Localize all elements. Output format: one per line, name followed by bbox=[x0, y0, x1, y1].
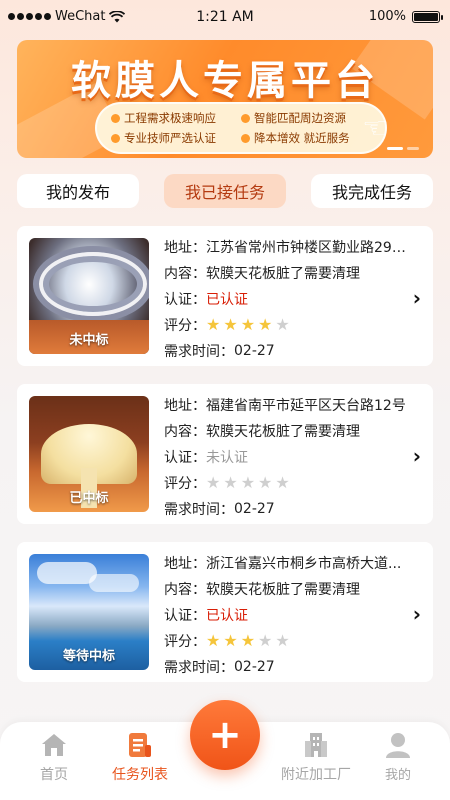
rating-label: 评分： bbox=[164, 318, 206, 334]
task-time: 02-27 bbox=[234, 501, 275, 517]
home-icon bbox=[4, 730, 104, 760]
battery-icon bbox=[412, 10, 443, 23]
cert-status: 已认证 bbox=[206, 292, 248, 308]
star-empty-icon: ★ bbox=[206, 473, 221, 492]
nav-task-list[interactable]: 任务列表 bbox=[90, 730, 190, 784]
banner-feature: 工程需求极速响应 bbox=[111, 110, 241, 126]
content-label: 内容： bbox=[164, 424, 206, 440]
star-filled-icon: ★ bbox=[206, 631, 221, 650]
cert-label: 认证： bbox=[164, 608, 206, 624]
task-content: 软膜天花板脏了需要清理 bbox=[206, 582, 360, 598]
banner-title: 软膜人专属平台 bbox=[71, 58, 379, 104]
star-empty-icon: ★ bbox=[275, 315, 290, 334]
address-label: 地址： bbox=[164, 398, 206, 414]
bullet-icon bbox=[241, 133, 250, 143]
task-address: 福建省南平市延平区天台路12号 bbox=[206, 398, 406, 414]
task-thumbnail: 已中标 bbox=[29, 396, 149, 512]
star-empty-icon: ★ bbox=[240, 473, 256, 492]
banner-feature: 降本增效 就近服务 bbox=[241, 130, 371, 146]
star-filled-icon: ★ bbox=[240, 315, 256, 334]
cert-status: 已认证 bbox=[206, 608, 248, 624]
star-empty-icon: ★ bbox=[223, 473, 238, 492]
cert-status: 未认证 bbox=[206, 450, 248, 466]
banner-pager bbox=[387, 147, 419, 150]
status-bar: WeChat 1:21 AM 100% bbox=[0, 0, 450, 34]
cert-label: 认证： bbox=[164, 450, 206, 466]
time-label: 需求时间： bbox=[164, 344, 234, 360]
nav-home[interactable]: 首页 bbox=[4, 730, 104, 784]
bid-status-label: 等待中标 bbox=[62, 649, 115, 664]
banner-features: 工程需求极速响应 智能匹配周边资源 专业技师严选认证 降本增效 就近服务 bbox=[95, 102, 387, 154]
chevron-right-icon[interactable]: › bbox=[413, 444, 421, 468]
time-label: 需求时间： bbox=[164, 660, 234, 676]
add-task-button[interactable]: + bbox=[190, 700, 260, 770]
bid-status-label: 已中标 bbox=[69, 491, 109, 506]
star-filled-icon: ★ bbox=[223, 315, 238, 334]
task-card[interactable]: 未中标 地址： 江苏省常州市钟楼区勤业路295号 内容： 软膜天花板脏了需要清理 认… bbox=[17, 226, 433, 366]
rating-stars: ★ ★ ★ ★ ★ bbox=[206, 475, 290, 491]
star-filled-icon: ★ bbox=[258, 315, 273, 334]
banner-feature: 智能匹配周边资源 bbox=[241, 110, 371, 126]
task-time: 02-27 bbox=[234, 659, 275, 675]
user-icon bbox=[348, 730, 448, 760]
chevron-right-icon[interactable]: › bbox=[413, 602, 421, 626]
cert-label: 认证： bbox=[164, 292, 206, 308]
task-list-icon bbox=[90, 730, 190, 760]
tab-completed-tasks[interactable]: 我完成任务 bbox=[311, 174, 433, 208]
address-label: 地址： bbox=[164, 556, 206, 572]
rating-stars: ★ ★ ★ ★ ★ bbox=[206, 633, 290, 649]
content-label: 内容： bbox=[164, 266, 206, 282]
task-thumbnail: 未中标 bbox=[29, 238, 149, 354]
star-empty-icon: ★ bbox=[258, 473, 273, 492]
task-address: 浙江省嘉兴市桐乡市高桥大道... bbox=[206, 556, 402, 572]
bid-status-label: 未中标 bbox=[69, 333, 109, 348]
rating-stars: ★ ★ ★ ★ ★ bbox=[206, 317, 290, 333]
task-thumbnail: 等待中标 bbox=[29, 554, 149, 670]
chevron-right-icon[interactable]: › bbox=[413, 286, 421, 310]
time-label: 需求时间： bbox=[164, 502, 234, 518]
task-tabs: 我的发布 我已接任务 我完成任务 bbox=[17, 174, 433, 210]
rating-label: 评分： bbox=[164, 634, 206, 650]
tab-my-posts[interactable]: 我的发布 bbox=[17, 174, 139, 208]
star-filled-icon: ★ bbox=[206, 315, 221, 334]
star-empty-icon: ★ bbox=[275, 473, 290, 492]
star-empty-icon: ★ bbox=[258, 631, 273, 650]
task-content: 软膜天花板脏了需要清理 bbox=[206, 266, 360, 282]
battery-indicator: 100% bbox=[368, 9, 443, 24]
pointing-hand-icon: ☜ bbox=[362, 111, 389, 146]
bullet-icon bbox=[111, 133, 120, 143]
task-time: 02-27 bbox=[234, 343, 275, 359]
rating-label: 评分： bbox=[164, 476, 206, 492]
battery-percent: 100% bbox=[368, 9, 406, 24]
star-filled-icon: ★ bbox=[223, 631, 238, 650]
bullet-icon bbox=[241, 113, 250, 123]
bullet-icon bbox=[111, 113, 120, 123]
star-empty-icon: ★ bbox=[275, 631, 290, 650]
banner-feature: 专业技师严选认证 bbox=[111, 130, 241, 146]
address-label: 地址： bbox=[164, 240, 206, 256]
task-content: 软膜天花板脏了需要清理 bbox=[206, 424, 360, 440]
nav-profile[interactable]: 我的 bbox=[348, 730, 448, 783]
tab-accepted-tasks[interactable]: 我已接任务 bbox=[164, 174, 286, 208]
content-label: 内容： bbox=[164, 582, 206, 598]
task-card[interactable]: 已中标 地址： 福建省南平市延平区天台路12号 内容： 软膜天花板脏了需要清理 认证… bbox=[17, 384, 433, 524]
task-card[interactable]: 等待中标 地址： 浙江省嘉兴市桐乡市高桥大道... 内容： 软膜天花板脏了需要清理 … bbox=[17, 542, 433, 682]
task-address: 江苏省常州市钟楼区勤业路295号 bbox=[206, 240, 414, 256]
plus-icon: + bbox=[208, 712, 242, 758]
promo-banner[interactable]: 软膜人专属平台 工程需求极速响应 智能匹配周边资源 专业技师严选认证 降本增效 … bbox=[17, 40, 433, 158]
star-filled-icon: ★ bbox=[240, 631, 256, 650]
